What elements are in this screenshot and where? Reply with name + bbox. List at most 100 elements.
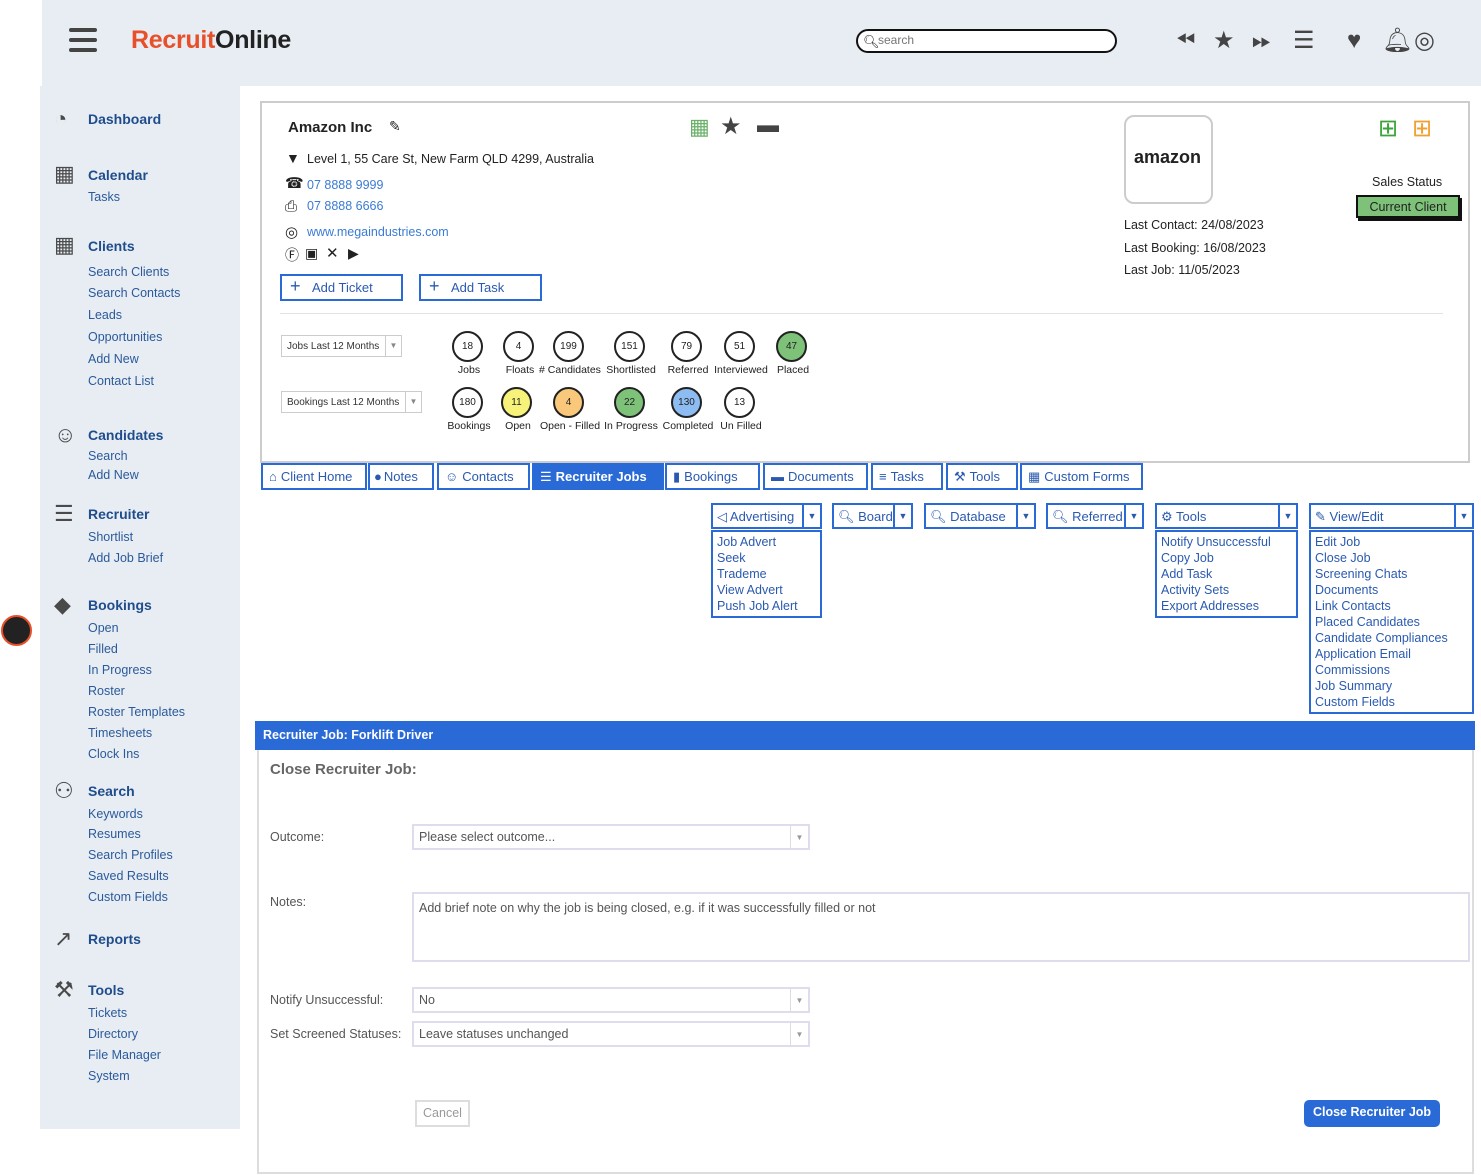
nav-tools-item[interactable]: Directory [88, 1027, 138, 1041]
screened-statuses-select[interactable]: Leave statuses unchanged ▼ [412, 1021, 810, 1047]
add-ticket-button[interactable]: + Add Ticket [280, 274, 403, 301]
heart-icon[interactable]: ♥ [1347, 28, 1361, 54]
tools-dropdown[interactable]: ⚙ Tools ▼ [1155, 503, 1298, 529]
search-bar[interactable]: 🔍︎ [856, 29, 1117, 53]
nav-candidates-item[interactable]: Search [88, 449, 128, 463]
nav-tools-item[interactable]: System [88, 1069, 130, 1083]
bell-icon[interactable]: 🔔︎ [1382, 28, 1412, 54]
nav-candidates-item[interactable]: Add New [88, 468, 139, 482]
nav-clients-item[interactable]: Opportunities [88, 330, 162, 344]
nav-candidates[interactable]: Candidates [88, 427, 163, 443]
nav-recruiter-item[interactable]: Shortlist [88, 530, 133, 544]
nav-tools[interactable]: Tools [88, 982, 124, 998]
caret-down-icon[interactable]: ▼ [1454, 505, 1472, 527]
nav-clients[interactable]: Clients [88, 238, 135, 254]
nav-search-item[interactable]: Resumes [88, 827, 141, 841]
sales-status-badge[interactable]: Current Client [1356, 195, 1460, 218]
forward-icon[interactable]: ⏩︎ [1252, 28, 1271, 54]
caret-down-icon[interactable]: ▼ [802, 505, 820, 527]
nav-clients-item[interactable]: Contact List [88, 374, 154, 388]
stat-circle-un-filled[interactable]: 13 [724, 387, 755, 418]
nav-bookings-item[interactable]: Filled [88, 642, 118, 656]
stat-circle-shortlisted[interactable]: 151 [614, 331, 645, 362]
menu-item[interactable]: Push Job Alert [717, 598, 816, 614]
nav-bookings-item[interactable]: Clock Ins [88, 747, 139, 761]
client-phone[interactable]: 07 8888 9999 [307, 178, 383, 192]
menu-item[interactable]: Trademe [717, 566, 816, 582]
stat-circle-jobs[interactable]: 18 [452, 331, 483, 362]
nav-bookings-item[interactable]: In Progress [88, 663, 152, 677]
nav-clients-item[interactable]: Search Clients [88, 265, 169, 279]
stat-circle-open[interactable]: 11 [501, 387, 532, 418]
notify-unsuccessful-select[interactable]: No ▼ [412, 987, 810, 1013]
stat-circle-placed[interactable]: 47 [776, 331, 807, 362]
notes-textarea[interactable]: Add brief note on why the job is being c… [412, 892, 1470, 962]
cancel-button[interactable]: Cancel [415, 1100, 470, 1127]
menu-item[interactable]: Job Advert [717, 534, 816, 550]
chat-icon[interactable]: ▬ [757, 112, 779, 138]
view-edit-dropdown[interactable]: ✎ View/Edit ▼ [1309, 503, 1474, 529]
client-fax[interactable]: 07 8888 6666 [307, 199, 383, 213]
menu-item[interactable]: Notify Unsuccessful [1161, 534, 1292, 550]
outcome-select[interactable]: Please select outcome... ▼ [412, 824, 810, 850]
linkedin-icon[interactable]: ▣ [305, 245, 318, 262]
nav-bookings-item[interactable]: Roster [88, 684, 125, 698]
stat-circle-referred[interactable]: 79 [671, 331, 702, 362]
close-recruiter-job-button[interactable]: Close Recruiter Job [1304, 1100, 1440, 1127]
nav-bookings-item[interactable]: Timesheets [88, 726, 152, 740]
menu-item[interactable]: Screening Chats [1315, 566, 1468, 582]
nav-reports[interactable]: Reports [88, 931, 141, 947]
calendar-add-orange-icon[interactable]: ⊞ [1412, 114, 1432, 143]
stat-circle-completed[interactable]: 130 [671, 387, 702, 418]
youtube-icon[interactable]: ▶ [348, 245, 359, 262]
nav-tools-item[interactable]: Tickets [88, 1006, 127, 1020]
menu-item[interactable]: Close Job [1315, 550, 1468, 566]
tab-contacts[interactable]: ☺ Contacts [437, 463, 530, 490]
stat-circle-interviewed[interactable]: 51 [724, 331, 755, 362]
stat-circle-open-filled[interactable]: 4 [553, 387, 584, 418]
nav-calendar-tasks[interactable]: Tasks [88, 190, 120, 204]
nav-bookings[interactable]: Bookings [88, 597, 152, 613]
nav-clients-item[interactable]: Leads [88, 308, 122, 322]
stat-circle-floats[interactable]: 4 [503, 331, 534, 362]
user-icon[interactable]: ◎ [1414, 28, 1435, 54]
nav-bookings-item[interactable]: Open [88, 621, 119, 635]
stat-circle-in-progress[interactable]: 22 [614, 387, 645, 418]
nav-dashboard[interactable]: Dashboard [88, 111, 161, 127]
board-dropdown[interactable]: 🔍︎ Board ▼ [832, 503, 913, 529]
database-dropdown[interactable]: 🔍︎ Database ▼ [924, 503, 1036, 529]
facebook-icon[interactable]: Ⓕ [285, 245, 299, 265]
menu-item[interactable]: Link Contacts [1315, 598, 1468, 614]
nav-search-item[interactable]: Keywords [88, 807, 143, 821]
nav-search-item[interactable]: Saved Results [88, 869, 169, 883]
menu-item[interactable]: Candidate Compliances [1315, 630, 1468, 646]
jobs-period-select[interactable]: Jobs Last 12 Months ▼ [281, 335, 402, 357]
favourite-star-icon[interactable]: ★ [720, 112, 742, 141]
hamburger-menu-icon[interactable] [69, 28, 97, 56]
star-icon[interactable]: ★ [1213, 28, 1235, 54]
menu-item[interactable]: Copy Job [1161, 550, 1292, 566]
menu-item[interactable]: View Advert [717, 582, 816, 598]
calendar-add-green-icon[interactable]: ⊞ [1378, 114, 1398, 143]
nav-recruiter[interactable]: Recruiter [88, 506, 149, 522]
tab-documents[interactable]: ▬ Documents [763, 463, 868, 490]
caret-down-icon[interactable]: ▼ [1278, 505, 1296, 527]
x-twitter-icon[interactable]: ✕ [326, 244, 339, 262]
menu-item[interactable]: Add Task [1161, 566, 1292, 582]
tab-tools[interactable]: ⚒ Tools [946, 463, 1018, 490]
caret-down-icon[interactable]: ▼ [1016, 505, 1034, 527]
caret-down-icon[interactable]: ▼ [893, 505, 911, 527]
app-logo[interactable]: RecruitOnline [131, 26, 291, 55]
tab-tasks[interactable]: ≡ Tasks [871, 463, 943, 490]
nav-search-item[interactable]: Search Profiles [88, 848, 173, 862]
bookings-period-select[interactable]: Bookings Last 12 Months ▼ [281, 391, 422, 413]
building-icon[interactable]: ▦ [689, 114, 710, 140]
tab-bookings[interactable]: ▮ Bookings [665, 463, 760, 490]
nav-tools-item[interactable]: File Manager [88, 1048, 161, 1062]
nav-calendar[interactable]: Calendar [88, 167, 148, 183]
nav-clients-item[interactable]: Search Contacts [88, 286, 180, 300]
tab-client-home[interactable]: ⌂ Client Home [261, 463, 367, 490]
menu-item[interactable]: Activity Sets [1161, 582, 1292, 598]
search-input[interactable] [878, 33, 1098, 47]
nav-recruiter-item[interactable]: Add Job Brief [88, 551, 163, 565]
